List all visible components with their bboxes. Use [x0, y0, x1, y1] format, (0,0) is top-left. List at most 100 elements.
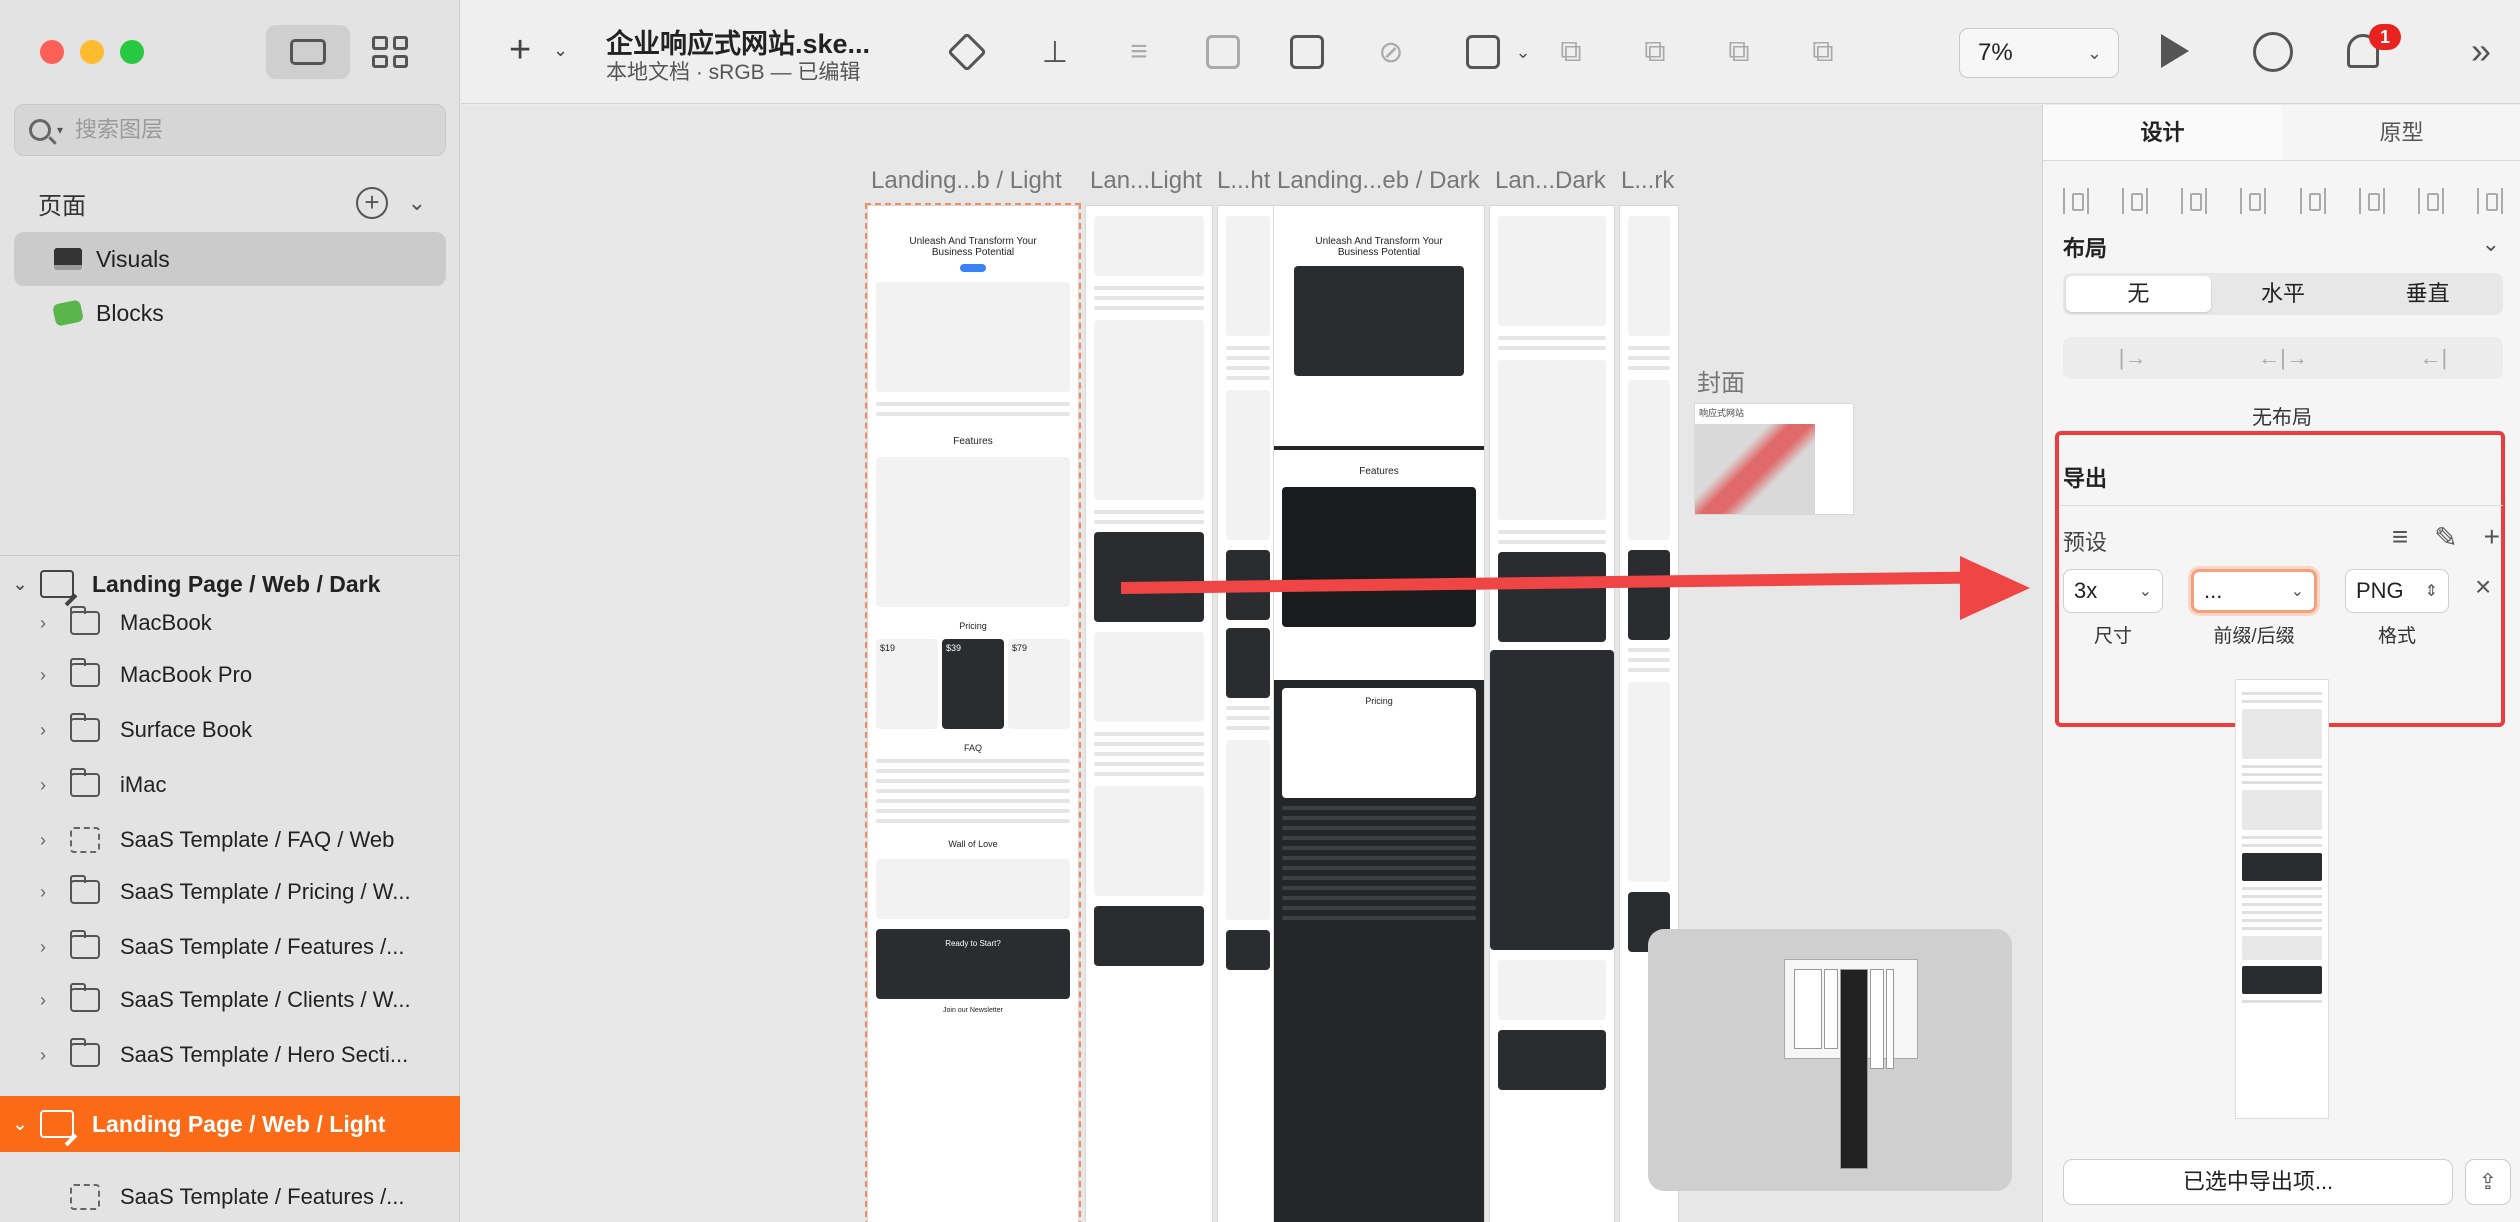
page-item-visuals[interactable]: Visuals: [14, 232, 446, 286]
layer-label: SaaS Template / Hero Secti...: [120, 1042, 409, 1067]
layer-item[interactable]: › SaaS Template / FAQ / Web: [0, 815, 460, 865]
export-prefix-field[interactable]: ... ⌄: [2191, 569, 2317, 613]
disclosure-icon[interactable]: ›: [40, 1045, 70, 1066]
page-item-blocks[interactable]: Blocks: [14, 286, 446, 340]
plus-icon[interactable]: +: [509, 30, 531, 70]
minimap[interactable]: [1648, 929, 2012, 1191]
tab-prototype[interactable]: 原型: [2282, 105, 2520, 160]
distribute-horizontal-icon[interactable]: [2063, 188, 2089, 214]
layer-item[interactable]: › SaaS Template / Pricing / W...: [0, 867, 460, 917]
faq-heading: FAQ: [963, 743, 982, 753]
chevron-down-icon[interactable]: ⌄: [408, 190, 426, 216]
hero-heading: Unleash And Transform Your Business Pote…: [1315, 236, 1443, 258]
annotation-arrow-head: [1960, 556, 2030, 620]
plus-icon[interactable]: +: [2484, 521, 2500, 554]
sidebar-toggle-button[interactable]: [266, 25, 350, 79]
difference-icon[interactable]: ⧉: [1801, 30, 1845, 74]
pricing-heading: Pricing: [959, 621, 987, 631]
close-window-button[interactable]: [40, 40, 64, 64]
layout-option-vertical[interactable]: 垂直: [2355, 276, 2500, 312]
align-center-icon[interactable]: [2240, 188, 2267, 214]
sliders-icon[interactable]: ≡: [2392, 521, 2408, 554]
subtract-icon[interactable]: ⧉: [1633, 30, 1677, 74]
layer-item[interactable]: › Surface Book: [0, 705, 460, 755]
layer-item[interactable]: › SaaS Template / Features /...: [0, 922, 460, 972]
disclosure-icon[interactable]: ›: [40, 937, 70, 958]
zoom-window-button[interactable]: [120, 40, 144, 64]
union-icon[interactable]: ⧉: [1549, 30, 1593, 74]
disclosure-icon[interactable]: ⌄: [0, 574, 40, 595]
mask-icon[interactable]: [1201, 30, 1245, 74]
play-icon[interactable]: [2161, 34, 2189, 68]
chevron-double-right-icon[interactable]: »: [2471, 30, 2491, 72]
layer-item[interactable]: › MacBook: [0, 598, 460, 648]
artboard-label[interactable]: Lan...Light: [1090, 167, 1202, 195]
align-right-icon[interactable]: [2299, 188, 2326, 214]
pad-center-icon[interactable]: ←|→: [2258, 345, 2308, 371]
cover-artboard[interactable]: 响应式网站: [1694, 403, 1854, 515]
add-collaborator-icon[interactable]: [2253, 32, 2293, 72]
disclosure-icon[interactable]: ⌄: [0, 1114, 40, 1135]
disclosure-icon[interactable]: ›: [40, 775, 70, 796]
pad-left-icon[interactable]: |→: [2119, 345, 2147, 371]
pencil-icon[interactable]: ✎: [2434, 521, 2457, 554]
layer-item[interactable]: › SaaS Template / Clients / W...: [0, 975, 460, 1025]
align-middle-icon[interactable]: [2417, 188, 2444, 214]
chevron-down-icon[interactable]: ⌄: [553, 40, 568, 61]
add-page-icon[interactable]: +: [356, 187, 388, 219]
export-selected-button[interactable]: 已选中导出项...: [2063, 1159, 2453, 1205]
disclosure-icon[interactable]: ›: [40, 830, 70, 851]
canvas[interactable]: Landing...b / Light Lan...Light L...ht L…: [461, 105, 2042, 1222]
sidebar-icon: [290, 39, 326, 65]
scale-icon[interactable]: [1285, 30, 1329, 74]
transform-icon[interactable]: [1461, 30, 1505, 74]
artboard-label[interactable]: Landing...b / Light: [871, 167, 1062, 195]
artboard-landing-light-tablet[interactable]: [1085, 205, 1213, 1222]
preset-label: 预设: [2063, 530, 2108, 555]
insert-stamp-icon[interactable]: ⊥: [1033, 30, 1077, 74]
artboard-label[interactable]: L...rk: [1621, 167, 1674, 195]
chevron-down-icon[interactable]: ⌄: [1501, 30, 1545, 74]
artboard-landing-light-mobile[interactable]: [1217, 205, 1279, 1222]
chevron-down-icon: ▾: [57, 123, 64, 137]
distribute-icon[interactable]: ≡: [1117, 30, 1161, 74]
layer-group-light[interactable]: ⌄ Landing Page / Web / Light: [0, 1096, 460, 1152]
export-format-select[interactable]: PNG ⇕: [2345, 569, 2449, 613]
disclosure-icon[interactable]: ›: [40, 990, 70, 1011]
align-bottom-icon[interactable]: [2476, 188, 2503, 214]
artboard-label[interactable]: Landing...eb / Dark: [1277, 167, 1480, 195]
layer-item[interactable]: › MacBook Pro: [0, 650, 460, 700]
artboard-landing-dark-tablet[interactable]: [1489, 205, 1615, 1222]
pad-right-icon[interactable]: ←|: [2419, 345, 2447, 371]
export-format-value: PNG: [2356, 578, 2404, 603]
disclosure-icon[interactable]: ›: [40, 665, 70, 686]
create-symbol-icon[interactable]: [945, 30, 989, 74]
disclosure-icon[interactable]: ›: [40, 613, 70, 634]
artboard-landing-light[interactable]: Unleash And Transform Your Business Pote…: [865, 203, 1081, 1222]
layout-option-none[interactable]: 无: [2066, 276, 2211, 312]
align-top-icon[interactable]: [2358, 188, 2385, 214]
layer-search-input[interactable]: [75, 117, 416, 143]
layer-item[interactable]: › SaaS Template / Hero Secti...: [0, 1030, 460, 1080]
distribute-vertical-icon[interactable]: [2122, 188, 2149, 214]
intersect-icon[interactable]: ⧉: [1717, 30, 1761, 74]
layer-search-box[interactable]: ▾: [14, 104, 446, 156]
artboard-label[interactable]: Lan...Dark: [1495, 167, 1606, 195]
minimize-window-button[interactable]: [80, 40, 104, 64]
tab-design[interactable]: 设计: [2043, 105, 2282, 160]
layout-option-horizontal[interactable]: 水平: [2211, 276, 2356, 312]
share-icon[interactable]: ⇪: [2465, 1159, 2511, 1205]
grid-view-icon[interactable]: [372, 36, 408, 68]
rotate-icon[interactable]: ⊘: [1369, 30, 1413, 74]
close-icon[interactable]: ×: [2475, 571, 2491, 603]
artboard-landing-dark[interactable]: Unleash And Transform Your Business Pote…: [1273, 205, 1485, 1222]
zoom-select[interactable]: 7% ⌄: [1959, 28, 2119, 78]
layer-item[interactable]: SaaS Template / Features /...: [0, 1172, 460, 1222]
align-left-icon[interactable]: [2181, 188, 2208, 214]
chevron-down-icon[interactable]: ⌄: [2482, 231, 2500, 257]
layer-item[interactable]: › iMac: [0, 760, 460, 810]
disclosure-icon[interactable]: ›: [40, 720, 70, 741]
disclosure-icon[interactable]: ›: [40, 882, 70, 903]
artboard-label[interactable]: L...ht: [1217, 167, 1270, 195]
export-size-select[interactable]: 3x ⌄: [2063, 569, 2163, 613]
